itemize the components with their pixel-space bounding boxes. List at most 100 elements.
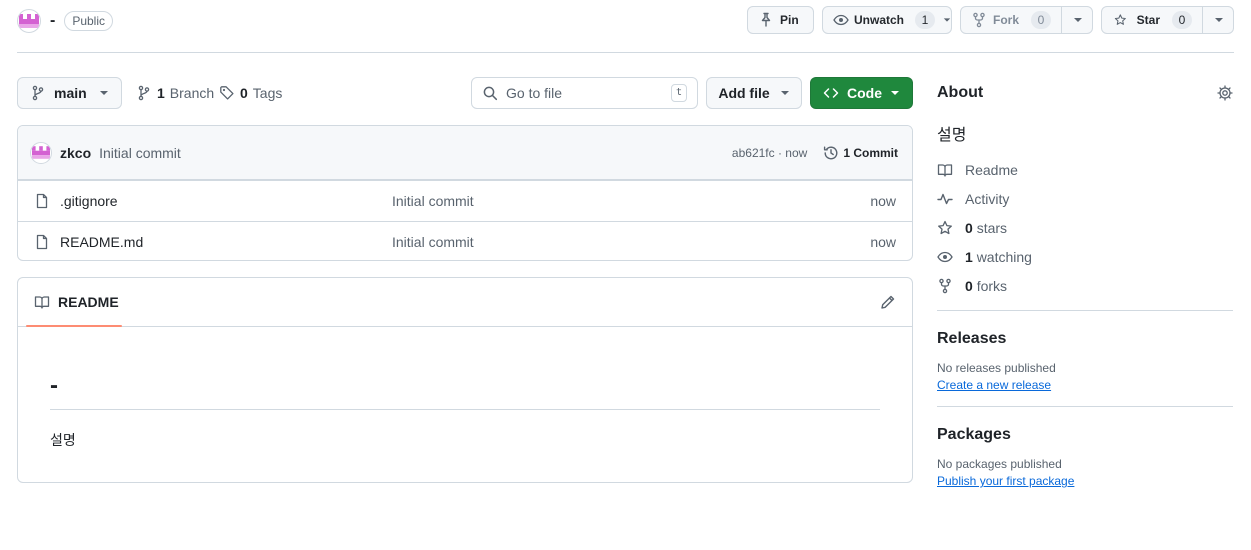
watch-counter: 1 [915,11,936,29]
readme-tabbar: README [18,278,912,327]
book-icon [34,296,50,309]
shortcut-hint: t [670,84,687,102]
history-icon [824,146,838,159]
table-row[interactable]: .gitignore Initial commit now [18,180,912,221]
activity-link-label: Activity [965,190,1010,207]
tags-count: 0 [240,85,248,101]
about-sidebar: About 설명 Readme Activity 0 stars 1 watch… [937,77,1233,488]
file-commit-message[interactable]: Initial commit [392,234,870,250]
commits-link[interactable]: 1 Commit [823,145,898,161]
activity-link[interactable]: Activity [937,184,1233,213]
repo-actions: Pin Unwatch 1 Fork 0 Star 0 [747,6,1234,34]
releases-title[interactable]: Releases [937,330,1233,348]
star-icon [1114,14,1126,25]
about-links: Readme Activity 0 stars 1 watching 0 for… [937,155,1233,300]
add-file-button[interactable]: Add file [706,77,802,109]
identicon-icon [19,14,39,28]
commit-message[interactable]: Initial commit [99,145,181,161]
star-button[interactable]: Star 0 [1101,6,1234,34]
owner-avatar[interactable] [17,9,41,33]
file-browser: zkco Initial commit ab621fc · now 1 Comm… [17,125,913,261]
repo-name[interactable]: - [50,12,55,30]
create-release-link[interactable]: Create a new release [937,378,1051,392]
book-icon [937,163,953,177]
header-divider [17,52,1234,53]
file-commit-time: now [870,193,896,209]
file-name[interactable]: .gitignore [60,193,118,209]
repo-description: 설명 [937,125,967,144]
tags-label: Tags [252,85,283,101]
readme-paragraph: 설명 [50,433,76,449]
star-label: Star [1136,13,1160,27]
watching-count: 1 [965,248,973,265]
file-commit-message[interactable]: Initial commit [392,193,870,209]
fork-label: Fork [992,13,1019,27]
commit-author[interactable]: zkco [60,145,91,161]
stars-count: 0 [965,219,973,236]
chevron-down-icon[interactable] [1214,17,1224,23]
branch-name: main [54,85,87,101]
pencil-icon[interactable] [880,294,896,310]
pin-button[interactable]: Pin [747,6,814,34]
readme-tab-label: README [58,294,119,310]
readme-link[interactable]: Readme [937,155,1233,184]
branches-label: Branch [169,85,215,101]
author-avatar[interactable] [30,141,52,164]
chevron-down-icon [780,91,789,95]
chevron-down-icon [100,91,108,95]
search-placeholder: Go to file [506,85,563,101]
branch-icon [32,85,44,101]
readme-divider [50,409,880,410]
pulse-icon [937,193,953,204]
pin-icon [761,12,771,27]
pin-label: Pin [780,13,799,27]
forks-link[interactable]: 0 forks [937,271,1233,300]
active-tab-indicator [26,325,122,327]
branch-selector[interactable]: main [17,77,122,109]
chevron-down-icon[interactable] [943,17,951,23]
fork-icon [939,278,951,293]
branches-count: 1 [157,85,165,101]
publish-package-link[interactable]: Publish your first package [937,474,1074,488]
forks-label: forks [976,277,1008,294]
readme-heading: - [50,372,58,399]
watchers-link[interactable]: 1 watching [937,242,1233,271]
eye-icon [937,251,953,262]
fork-button[interactable]: Fork 0 [960,6,1093,34]
visibility-badge: Public [64,11,114,31]
table-row[interactable]: README.md Initial commit now [18,221,912,260]
code-icon [823,88,839,98]
commit-hash-time[interactable]: ab621fc · now [732,146,807,160]
code-label: Code [847,85,882,101]
branches-link[interactable]: 1 Branch [136,77,214,109]
readme-link-label: Readme [965,161,1018,178]
file-commit-time: now [870,234,896,250]
tab-readme[interactable]: README [34,294,119,310]
about-title: About [937,84,984,101]
tag-icon [220,86,234,100]
tags-link[interactable]: 0 Tags [219,77,282,109]
add-file-label: Add file [718,85,770,101]
search-icon [483,86,498,101]
branch-icon [138,85,150,101]
file-icon [36,234,48,250]
chevron-down-icon [891,91,899,95]
unwatch-button[interactable]: Unwatch 1 [822,6,952,34]
chevron-down-icon[interactable] [1073,17,1083,23]
gear-icon[interactable] [1217,85,1233,101]
stars-link[interactable]: 0 stars [937,213,1233,242]
go-to-file-input[interactable]: Go to file t [471,77,698,109]
fork-counter: 0 [1031,11,1051,29]
repo-header: - Public [17,8,114,34]
file-name[interactable]: README.md [60,234,143,250]
sidebar-divider [937,310,1233,311]
star-icon [938,220,952,234]
packages-title[interactable]: Packages [937,426,1233,444]
commits-label: 1 Commit [843,145,898,160]
fork-icon [973,12,985,28]
star-counter: 0 [1172,11,1192,29]
sidebar-divider [937,406,1233,407]
latest-commit-bar: zkco Initial commit ab621fc · now 1 Comm… [18,126,912,180]
code-button[interactable]: Code [810,77,913,109]
repo-toolbar: main 1 Branch 0 Tags Go to file t Add fi… [17,77,913,109]
